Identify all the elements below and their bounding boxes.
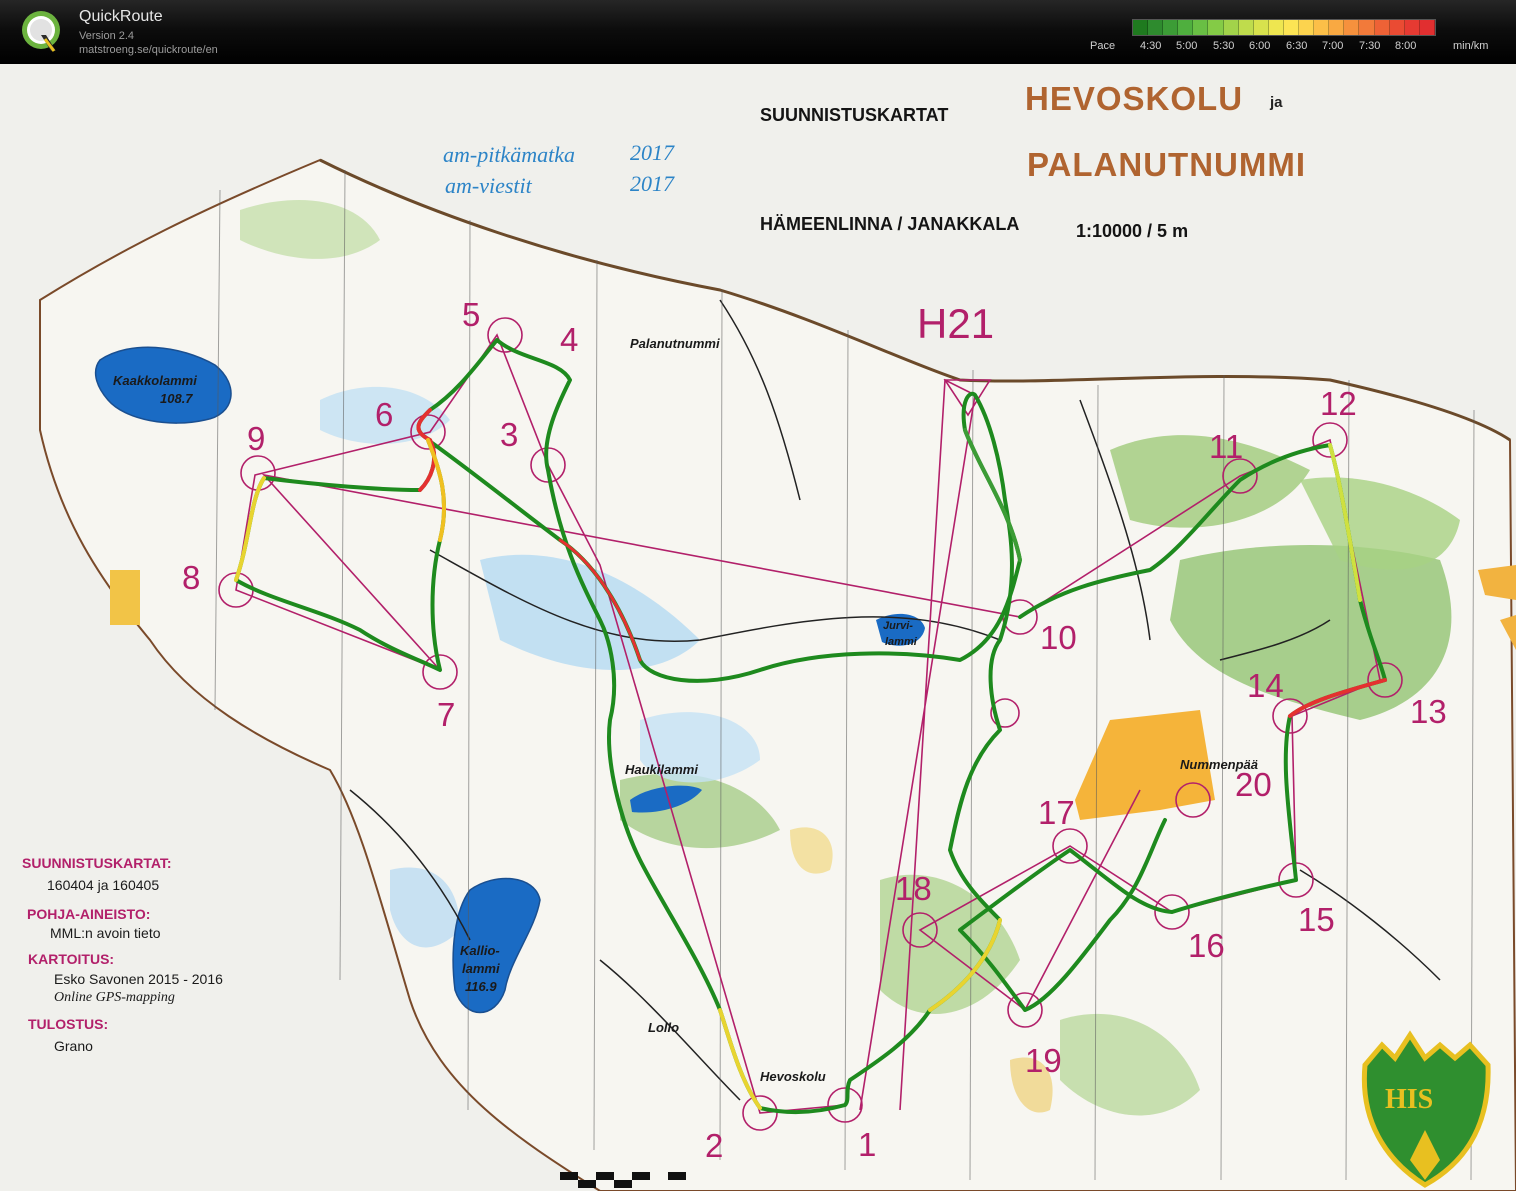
event-year-1: 2017 (630, 140, 674, 165)
pace-color-swatch (1359, 20, 1375, 35)
pace-color-swatch (1238, 20, 1254, 35)
pace-color-swatch (1163, 20, 1179, 35)
pace-color-swatch (1178, 20, 1194, 35)
place-label-hevoskolu: Hevoskolu (760, 1069, 826, 1084)
control-number: 15 (1298, 901, 1335, 938)
control-number: 19 (1025, 1042, 1062, 1079)
pace-color-swatch (1208, 20, 1224, 35)
quickroute-logo-icon (22, 11, 60, 52)
legend-heading: TULOSTUS: (28, 1016, 109, 1032)
legend-text: Grano (54, 1038, 93, 1054)
pace-color-swatch (1314, 20, 1330, 35)
app-title: QuickRoute (79, 8, 163, 25)
course-class: H21 (917, 300, 995, 347)
event-name-2: am-viestit (445, 173, 532, 198)
pace-color-swatch (1223, 20, 1239, 35)
map-graphics (0, 64, 1516, 1191)
pace-color-swatch (1268, 20, 1284, 35)
map-name-hevoskolu: HEVOSKOLU (1025, 80, 1244, 117)
pace-tick: 7:00 (1322, 40, 1344, 52)
pace-color-swatch (1344, 20, 1360, 35)
control-number: 17 (1038, 794, 1075, 831)
event-year-2: 2017 (630, 171, 674, 196)
club-logo-text: HIS (1385, 1084, 1434, 1115)
map-name-palanutnummi: PALANUTNUMMI (1027, 146, 1307, 183)
pace-color-swatch (1389, 20, 1405, 35)
map-name-ja: ja (1270, 94, 1283, 111)
legend-heading: KARTOITUS: (28, 951, 115, 967)
legend-heading: POHJA-AINEISTO: (27, 906, 151, 922)
control-number: 9 (247, 420, 266, 457)
pace-tick: 6:00 (1249, 40, 1271, 52)
app-version: Version 2.4 (79, 30, 135, 42)
lake-label-kaakkolammi-alt: 108.7 (160, 391, 193, 406)
control-number: 2 (705, 1127, 724, 1164)
legend-heading: SUUNNISTUSKARTAT: (22, 855, 172, 871)
lake-label-kalliolammi-alt: 116.9 (465, 979, 497, 994)
pace-color-swatch (1283, 20, 1300, 35)
lake-label-jurvi: Jurvi- (883, 620, 913, 632)
legend-text: MML:n avoin tieto (50, 925, 161, 941)
legend-text: Online GPS-mapping (54, 990, 175, 1005)
pace-color-swatch (1404, 20, 1420, 35)
control-number: 10 (1040, 619, 1077, 656)
map-scale: 1:10000 / 5 m (1076, 221, 1189, 241)
lake-label-jurvi-2: lammi (885, 636, 917, 648)
pace-color-swatch (1133, 20, 1149, 35)
pace-color-swatch (1299, 20, 1315, 35)
event-name-1: am-pitkämatka (443, 142, 575, 167)
control-number: 12 (1320, 385, 1357, 422)
app-header: QuickRoute Version 2.4 matstroeng.se/qui… (0, 0, 1516, 64)
pace-tick: 7:30 (1359, 40, 1381, 52)
pace-tick: 5:30 (1213, 40, 1235, 52)
lake-label-kalliolammi-2: lammi (462, 961, 500, 976)
control-number: 13 (1410, 693, 1447, 730)
pace-color-swatch (1329, 20, 1345, 35)
control-number: 1 (858, 1126, 877, 1163)
legend-text: 160404 ja 160405 (47, 877, 160, 893)
control-number: 8 (182, 559, 201, 596)
pace-label: Pace (1090, 40, 1116, 52)
place-label-lollo: Lollo (648, 1020, 680, 1035)
pace-color-swatch (1419, 20, 1435, 35)
pace-color-swatch (1374, 20, 1390, 35)
map-header-title: SUUNNISTUSKARTAT (760, 105, 949, 125)
lake-label-kaakkolammi: Kaakkolammi (113, 373, 197, 388)
pace-unit: min/km (1453, 40, 1489, 52)
control-number: 20 (1235, 766, 1272, 803)
control-number: 18 (895, 870, 932, 907)
pace-tick: 8:00 (1395, 40, 1417, 52)
control-number: 6 (375, 396, 394, 433)
control-number: 14 (1247, 667, 1284, 704)
control-number: 3 (500, 416, 519, 453)
pace-color-swatch (1193, 20, 1209, 35)
lake-label-kalliolammi: Kallio- (460, 943, 500, 958)
pace-color-swatch (1148, 20, 1164, 35)
pace-tick: 4:30 (1140, 40, 1162, 52)
pace-tick: 6:30 (1286, 40, 1308, 52)
control-number: 11 (1209, 428, 1244, 465)
app-url-link[interactable]: matstroeng.se/quickroute/en (79, 44, 218, 56)
pace-tick: 5:00 (1176, 40, 1198, 52)
orienteering-map[interactable]: SUUNNISTUSKARTAT HEVOSKOLU ja PALANUTNUM… (0, 64, 1516, 1191)
pace-color-scale (1132, 19, 1436, 36)
lake-label-haukilammi: Haukilammi (625, 762, 698, 777)
control-number: 5 (462, 296, 481, 333)
pace-color-swatch (1253, 20, 1269, 35)
legend-text: Esko Savonen 2015 - 2016 (54, 971, 223, 987)
control-number: 16 (1188, 927, 1225, 964)
place-label-palanutnummi: Palanutnummi (630, 336, 720, 351)
control-number: 7 (437, 696, 456, 733)
control-number: 4 (560, 321, 579, 358)
map-place: HÄMEENLINNA / JANAKKALA (760, 214, 1020, 234)
